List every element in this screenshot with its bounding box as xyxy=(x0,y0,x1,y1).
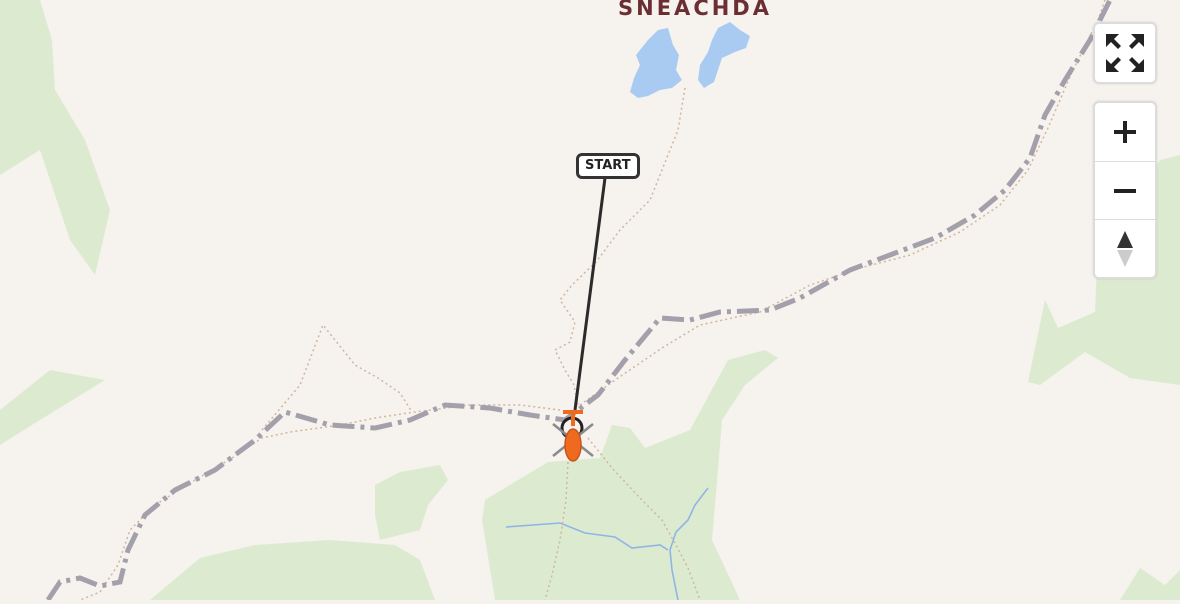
map-layer xyxy=(0,0,1180,602)
fullscreen-control xyxy=(1093,22,1157,84)
place-label-sneachda: SNEACHDA xyxy=(618,0,772,20)
fullscreen-icon xyxy=(1106,34,1144,72)
map-canvas[interactable]: SNEACHDA START xyxy=(0,0,1180,602)
compass-north-icon xyxy=(1117,230,1133,267)
compass-button[interactable] xyxy=(1095,219,1155,277)
zoom-in-button[interactable] xyxy=(1095,103,1155,161)
navigation-control xyxy=(1093,101,1157,279)
fullscreen-button[interactable] xyxy=(1095,24,1155,82)
start-marker[interactable]: START xyxy=(576,153,640,179)
zoom-out-button[interactable] xyxy=(1095,161,1155,219)
plus-icon xyxy=(1114,121,1136,143)
minus-icon xyxy=(1114,188,1136,193)
